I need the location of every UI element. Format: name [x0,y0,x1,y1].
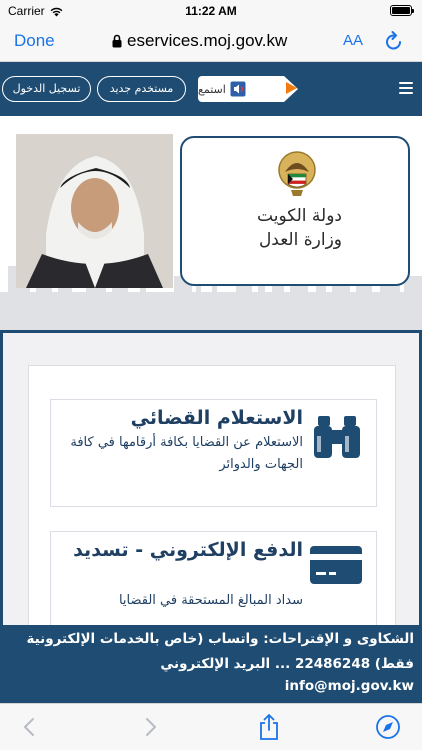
ministry-name: وزارة العدل [258,230,342,250]
browser-toolbar [0,703,422,750]
speaker-icon [230,81,246,97]
service-title: الدفع الإلكتروني - تسديد [73,539,303,561]
kuwait-emblem-icon [278,151,316,196]
url-text: eservices.moj.gov.kw [127,31,288,50]
service-description: سداد المبالغ المستحقة في القضايا [118,593,303,608]
emir-portrait [16,134,173,288]
ministry-card: دولة الكويت وزارة العدل [180,136,410,286]
play-icon[interactable] [286,82,297,94]
binoculars-icon [314,416,360,458]
contact-email[interactable]: info@moj.gov.kw [0,678,414,694]
service-description: الاستعلام عن القضايا بكافة أرقامها في كا… [70,435,303,472]
credit-card-icon [310,546,362,584]
forward-icon[interactable] [144,716,158,738]
compass-icon[interactable] [375,714,401,740]
lock-icon [112,34,122,48]
menu-icon[interactable] [399,82,413,94]
listen-label: استمع [198,82,226,96]
new-user-button[interactable]: مستخدم جديد [97,76,186,102]
done-button[interactable]: Done [14,31,55,51]
browser-nav-bar: Done eservices.moj.gov.kw AA [0,22,422,62]
complaints-info: الشكاوى و الإقتراحات: واتساب (خاص بالخدم… [26,631,414,672]
battery-icon [390,5,414,16]
reload-icon[interactable] [384,30,404,52]
service-title: الاستعلام القضائي [130,407,303,429]
country-name: دولة الكويت [257,206,342,226]
banner: دولة الكويت وزارة العدل [0,116,422,330]
address-bar[interactable]: eservices.moj.gov.kw [112,31,287,51]
text-size-button[interactable]: AA [343,32,363,49]
back-icon[interactable] [22,716,36,738]
services-list: الاستعلام القضائي الاستعلام عن القضايا ب… [28,365,396,645]
share-icon[interactable] [258,713,280,741]
service-card-judicial-inquiry[interactable]: الاستعلام القضائي الاستعلام عن القضايا ب… [50,399,377,507]
site-header: تسجيل الدخول مستخدم جديد استمع [0,62,422,116]
services-section: الاستعلام القضائي الاستعلام عن القضايا ب… [0,330,422,645]
login-button[interactable]: تسجيل الدخول [2,76,91,102]
clock: 11:22 AM [185,4,237,18]
contact-footer: الشكاوى و الإقتراحات: واتساب (خاص بالخدم… [0,625,422,703]
status-bar: Carrier 11:22 AM [0,0,422,22]
